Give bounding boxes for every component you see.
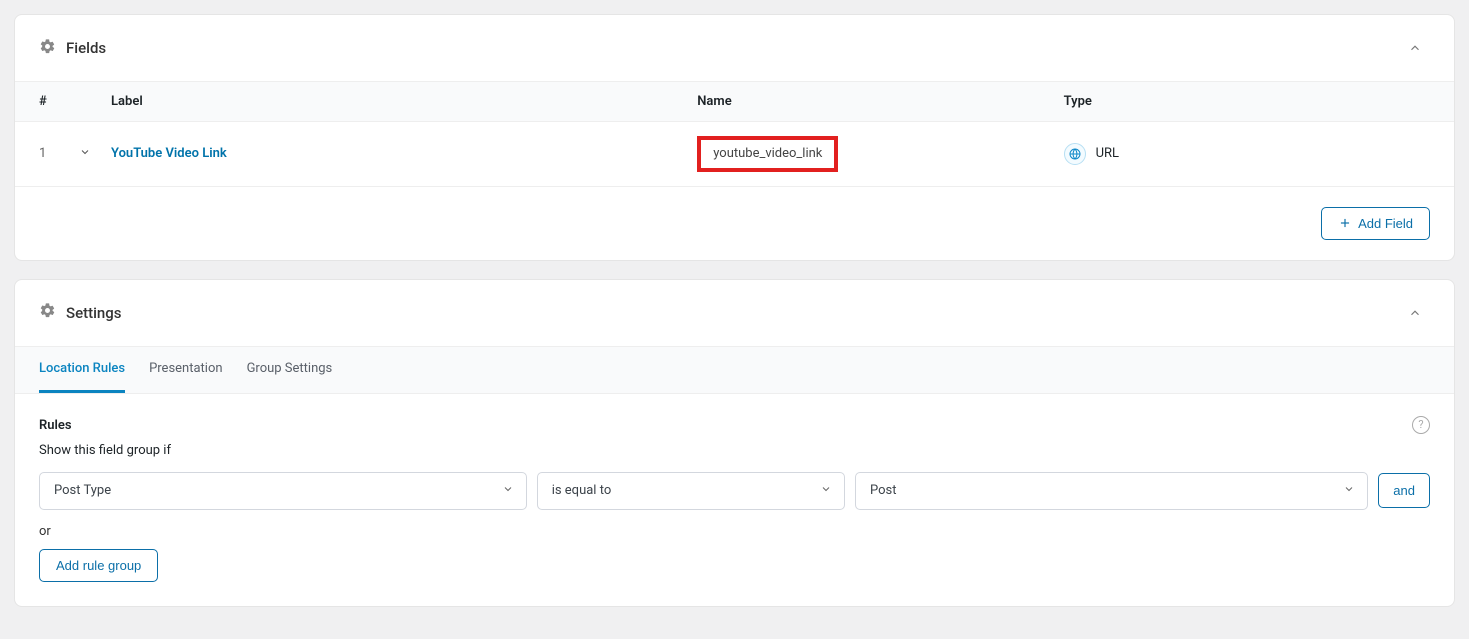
table-row[interactable]: 1 YouTube Video Link youtube_video_link … bbox=[15, 122, 1454, 187]
add-rule-group-button[interactable]: Add rule group bbox=[39, 549, 158, 582]
chevron-down-icon bbox=[1343, 483, 1355, 499]
rule-row: Post Type is equal to Post and bbox=[39, 472, 1430, 510]
rule-value-select[interactable]: Post bbox=[855, 472, 1368, 510]
add-field-button[interactable]: Add Field bbox=[1321, 207, 1430, 240]
add-field-label: Add Field bbox=[1358, 216, 1413, 231]
row-number: 1 bbox=[39, 146, 79, 161]
settings-panel-header: Settings bbox=[15, 280, 1454, 347]
rule-operator-value: is equal to bbox=[552, 483, 612, 498]
help-icon[interactable]: ? bbox=[1412, 416, 1430, 434]
chevron-down-icon bbox=[502, 483, 514, 499]
col-header-number: # bbox=[39, 94, 79, 109]
globe-icon bbox=[1064, 143, 1086, 165]
expand-row-toggle[interactable] bbox=[79, 146, 111, 162]
rules-subheading: Show this field group if bbox=[39, 443, 1430, 458]
rule-param-select[interactable]: Post Type bbox=[39, 472, 527, 510]
settings-tabs: Location Rules Presentation Group Settin… bbox=[15, 347, 1454, 394]
gear-icon bbox=[39, 38, 56, 59]
and-button[interactable]: and bbox=[1378, 473, 1430, 508]
settings-panel-title: Settings bbox=[66, 304, 122, 322]
gear-icon bbox=[39, 302, 56, 323]
field-type-label: URL bbox=[1096, 146, 1119, 161]
rule-operator-select[interactable]: is equal to bbox=[537, 472, 845, 510]
rule-param-value: Post Type bbox=[54, 483, 111, 498]
field-label-link[interactable]: YouTube Video Link bbox=[111, 146, 227, 161]
fields-table: # Label Name Type 1 YouTube Video Link y… bbox=[15, 82, 1454, 187]
tab-location-rules[interactable]: Location Rules bbox=[39, 347, 125, 393]
fields-panel-title: Fields bbox=[66, 39, 106, 57]
fields-panel: Fields # Label Name Type 1 YouTube Video… bbox=[14, 14, 1455, 261]
fields-panel-header: Fields bbox=[15, 15, 1454, 82]
tab-presentation[interactable]: Presentation bbox=[149, 347, 223, 393]
settings-panel: Settings Location Rules Presentation Gro… bbox=[14, 279, 1455, 607]
or-label: or bbox=[39, 524, 1430, 539]
collapse-settings-button[interactable] bbox=[1400, 298, 1430, 328]
col-header-label: Label bbox=[111, 94, 697, 109]
col-header-type: Type bbox=[1064, 94, 1430, 109]
chevron-down-icon bbox=[820, 483, 832, 499]
field-name-highlighted: youtube_video_link bbox=[697, 136, 838, 172]
fields-actions: Add Field bbox=[15, 187, 1454, 260]
tab-group-settings[interactable]: Group Settings bbox=[247, 347, 333, 393]
col-header-name: Name bbox=[697, 94, 1063, 109]
collapse-fields-button[interactable] bbox=[1400, 33, 1430, 63]
rule-value-value: Post bbox=[870, 483, 897, 498]
settings-body: ? Rules Show this field group if Post Ty… bbox=[15, 394, 1454, 606]
add-rule-group-label: Add rule group bbox=[56, 558, 141, 573]
fields-table-header: # Label Name Type bbox=[15, 82, 1454, 122]
rules-heading: Rules bbox=[39, 418, 1430, 433]
